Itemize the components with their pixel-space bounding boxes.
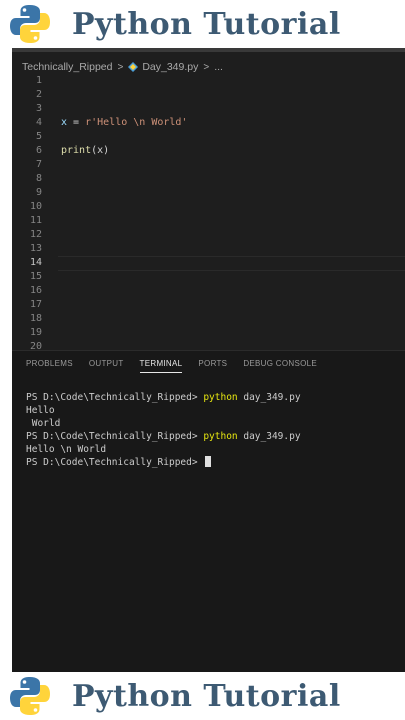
code-line: 19 (12, 326, 405, 340)
code-line: 7 (12, 158, 405, 172)
python-file-icon (128, 62, 139, 72)
line-number: 7 (35, 159, 42, 170)
terminal-output: Hello \n World (26, 444, 107, 455)
panel-tabs: PROBLEMS OUTPUT TERMINAL PORTS DEBUG CON… (26, 357, 333, 373)
line-number: 12 (29, 229, 42, 240)
bottom-banner: Python Tutorial (0, 672, 405, 720)
token-operator: = (67, 117, 86, 128)
window-edge (12, 48, 405, 52)
bottom-panel: PROBLEMS OUTPUT TERMINAL PORTS DEBUG CON… (12, 350, 405, 672)
code-text: print(x) (61, 144, 109, 158)
terminal-prompt: PS D:\Code\Technically_Ripped> (26, 392, 204, 403)
tab-debug-console[interactable]: DEBUG CONSOLE (243, 357, 317, 373)
code-line: 15 (12, 270, 405, 284)
line-number: 2 (35, 89, 42, 100)
terminal[interactable]: PS D:\Code\Technically_Ripped> python da… (26, 391, 396, 469)
code-line: 12 (12, 228, 405, 242)
code-editor[interactable]: 1 2 3 4 x = r'Hello \n World' 5 6 print(… (12, 74, 405, 352)
tab-output[interactable]: OUTPUT (89, 357, 124, 373)
terminal-output: Hello (26, 405, 55, 416)
code-line: 6 print(x) (12, 144, 405, 158)
terminal-prompt: PS D:\Code\Technically_Ripped> (26, 431, 204, 442)
code-line: 2 (12, 88, 405, 102)
terminal-prompt: PS D:\Code\Technically_Ripped> (26, 457, 204, 468)
code-line: 3 (12, 102, 405, 116)
code-line: 9 (12, 186, 405, 200)
current-line-highlight (58, 256, 405, 271)
breadcrumb-folder[interactable]: Technically_Ripped (22, 61, 112, 73)
tab-problems[interactable]: PROBLEMS (26, 357, 73, 373)
banner-title: Python Tutorial (72, 678, 341, 714)
code-line: 4 x = r'Hello \n World' (12, 116, 405, 130)
token-function: print (61, 145, 92, 156)
breadcrumb-separator: > (117, 61, 124, 73)
line-number: 15 (29, 271, 42, 282)
top-banner: Python Tutorial (0, 0, 405, 48)
line-number: 17 (29, 299, 42, 310)
python-logo-icon (10, 5, 50, 43)
line-number: 1 (35, 75, 42, 86)
terminal-cursor (205, 456, 212, 467)
code-text: x = r'Hello \n World' (61, 116, 187, 130)
token-args: (x) (91, 145, 110, 156)
line-number: 10 (29, 201, 42, 212)
terminal-command: python (203, 392, 238, 403)
code-line: 17 (12, 298, 405, 312)
code-line: 16 (12, 284, 405, 298)
terminal-arg: day_349.py (237, 392, 301, 403)
breadcrumb-file[interactable]: Day_349.py (142, 61, 198, 73)
line-number: 4 (35, 117, 42, 128)
line-number: 5 (35, 131, 42, 142)
line-number: 18 (29, 313, 42, 324)
code-line: 10 (12, 200, 405, 214)
code-line: 18 (12, 312, 405, 326)
terminal-line: PS D:\Code\Technically_Ripped> (26, 456, 396, 469)
terminal-line: PS D:\Code\Technically_Ripped> python da… (26, 430, 396, 443)
python-logo-icon (10, 677, 50, 715)
line-number: 13 (29, 243, 42, 254)
code-line-current: 14 (12, 256, 405, 271)
code-line: 1 (12, 74, 405, 88)
tab-terminal[interactable]: TERMINAL (139, 357, 183, 373)
code-line: 13 (12, 242, 405, 256)
code-line: 8 (12, 172, 405, 186)
line-number: 6 (35, 145, 42, 156)
terminal-output: World (26, 418, 61, 429)
line-number: 16 (29, 285, 42, 296)
terminal-command: python (203, 431, 238, 442)
line-number: 19 (29, 327, 42, 338)
code-line: 11 (12, 214, 405, 228)
line-number: 8 (35, 173, 42, 184)
vscode-window: Technically_Ripped > Day_349.py > ... 1 … (12, 48, 405, 672)
token-string: r'Hello \n World' (85, 117, 188, 128)
breadcrumb-separator: > (203, 61, 210, 73)
banner-title: Python Tutorial (72, 6, 341, 42)
terminal-line: PS D:\Code\Technically_Ripped> python da… (26, 391, 396, 404)
code-line: 5 (12, 130, 405, 144)
line-number: 14 (29, 257, 42, 268)
line-number: 11 (29, 215, 42, 226)
line-number: 9 (35, 187, 42, 198)
breadcrumb-trail[interactable]: ... (214, 61, 223, 73)
terminal-arg: day_349.py (237, 431, 301, 442)
tab-ports[interactable]: PORTS (198, 357, 227, 373)
line-number: 3 (35, 103, 42, 114)
